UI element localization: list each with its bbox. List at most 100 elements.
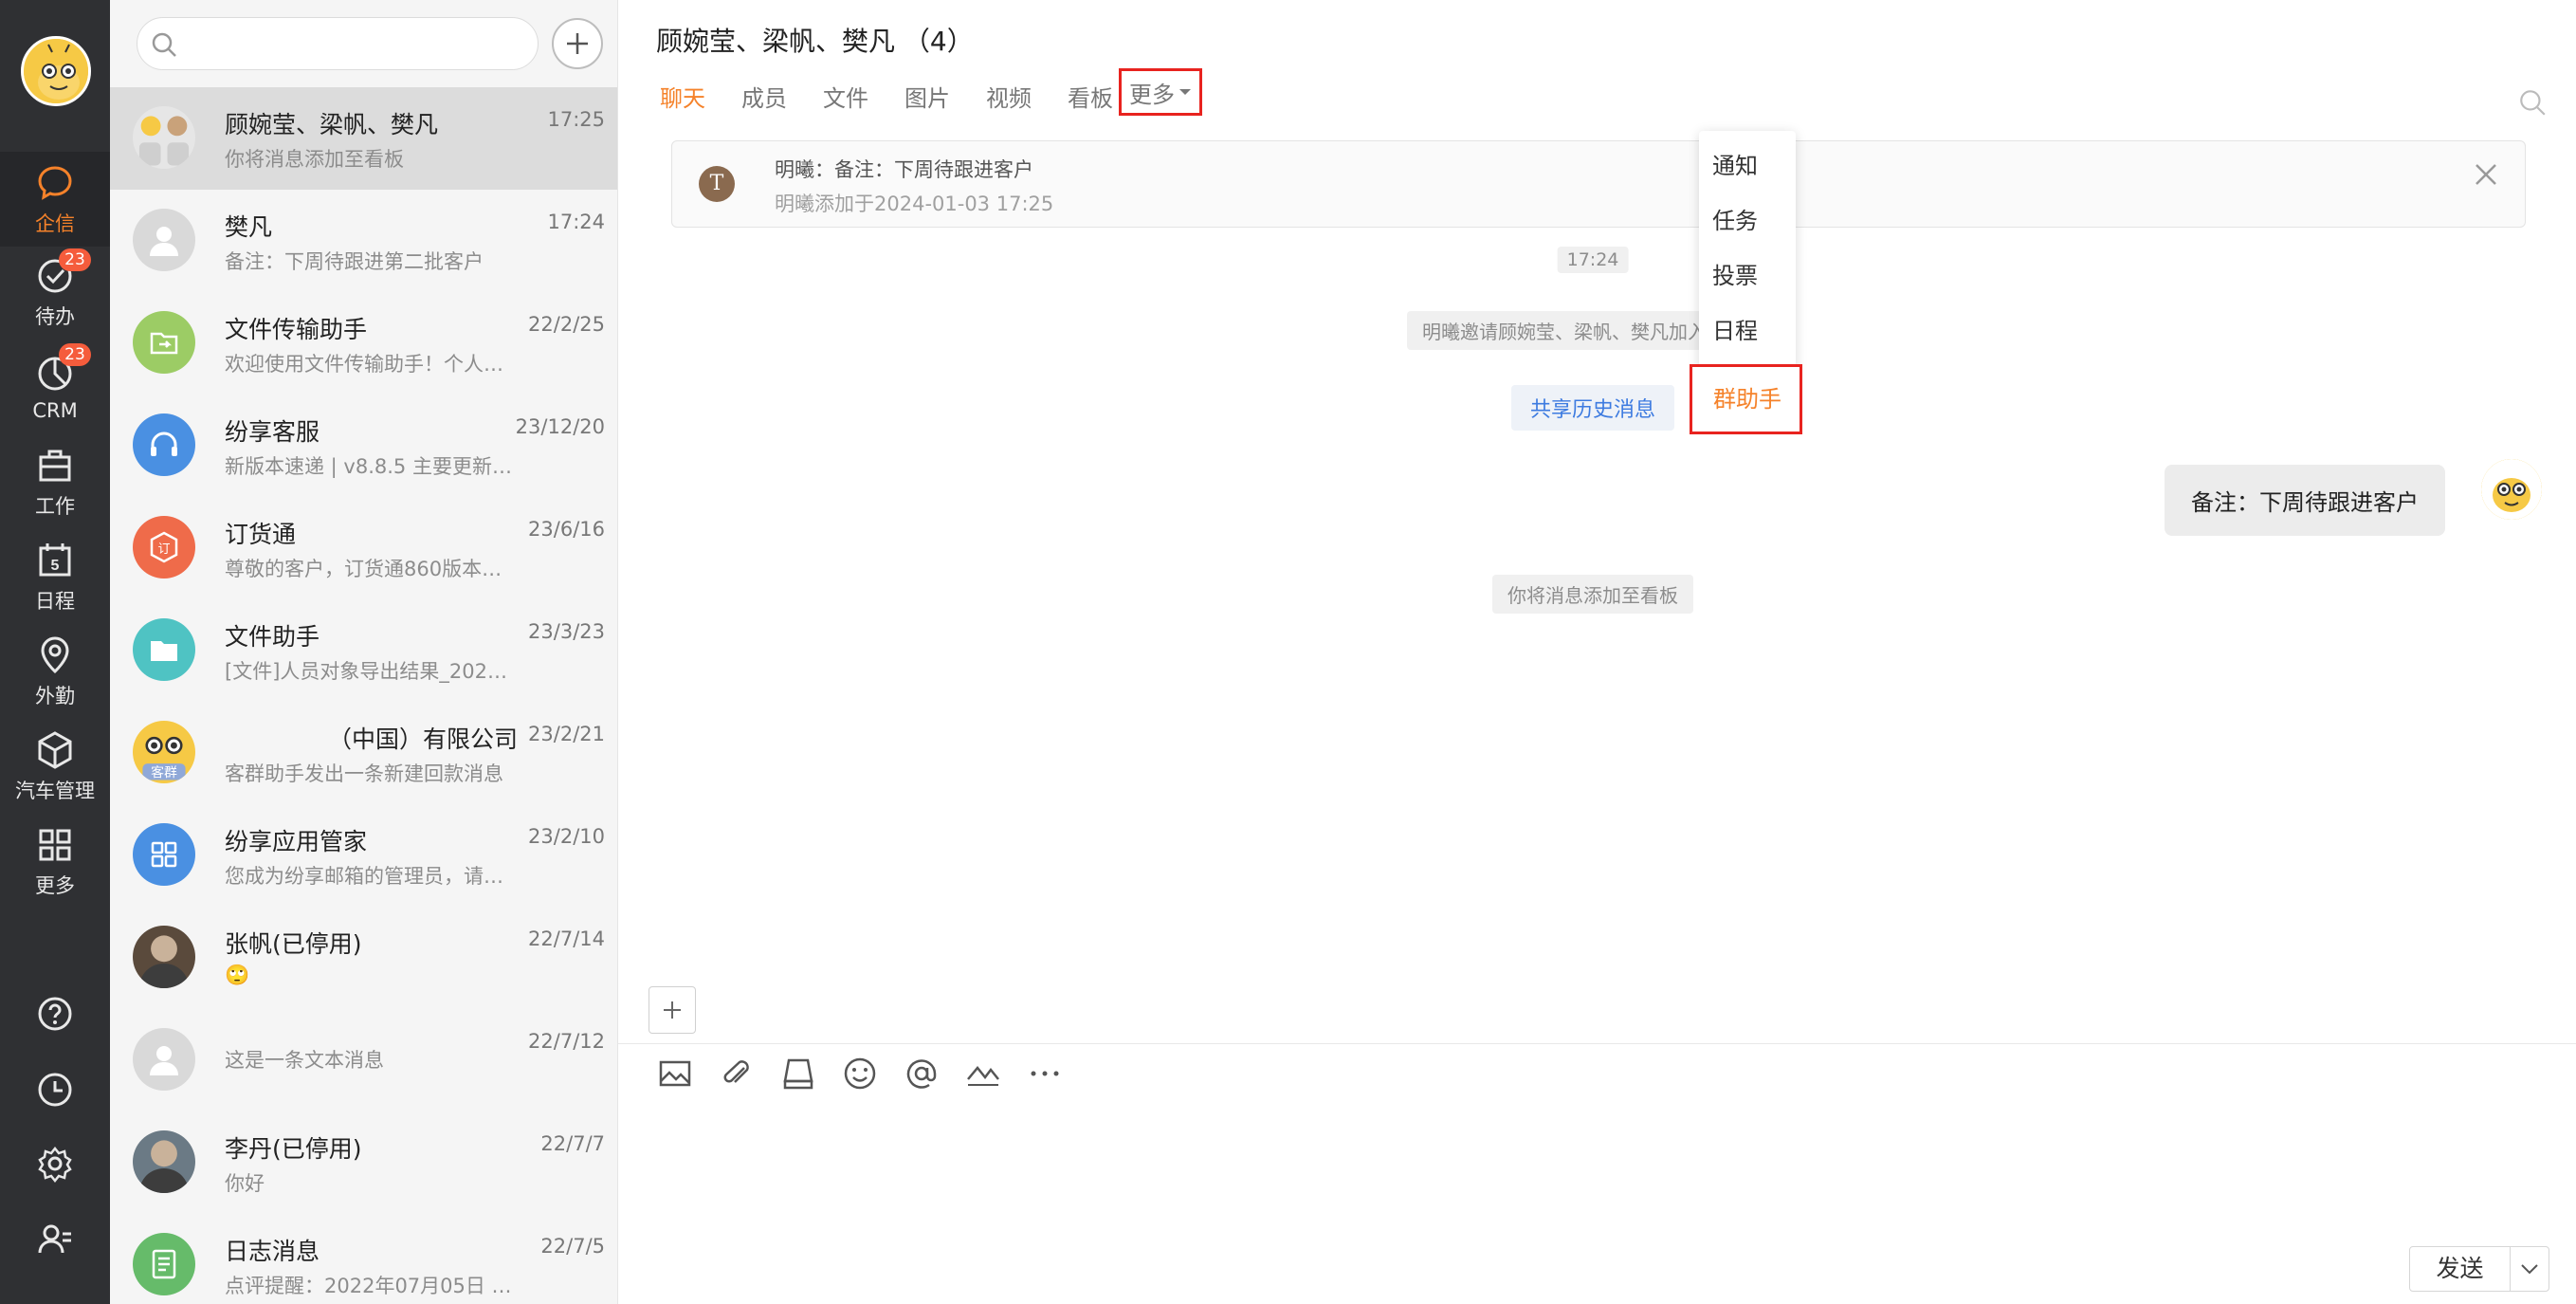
headset-icon: [133, 413, 195, 476]
nav-item-crm[interactable]: CRM 23: [0, 340, 110, 434]
tab-board[interactable]: 看板: [1068, 80, 1113, 113]
menu-item-task[interactable]: 任务: [1699, 193, 1796, 248]
conversation-name: 李丹(已停用): [225, 1135, 362, 1163]
menu-item-group-assistant[interactable]: 群助手: [1690, 364, 1802, 434]
location-pin-icon: [41, 636, 69, 674]
chat-tabs: 聊天 成员 文件 图片 视频 看板: [660, 80, 1149, 113]
nav-item-field[interactable]: 外勤: [0, 624, 110, 719]
conversation-item[interactable]: 顾婉莹、梁帆、樊凡 17:25 你将消息添加至看板: [110, 87, 617, 190]
settings-button[interactable]: [0, 1130, 110, 1197]
conversation-item[interactable]: 纷享应用管家 23/2/10 您成为纷享邮箱的管理员，请…: [110, 804, 617, 907]
search-icon: [152, 32, 176, 57]
tab-more-label: 更多: [1129, 81, 1175, 108]
chat-panel: 顾婉莹、梁帆、樊凡 （4） 聊天 成员 文件 图片 视频 看板 更多 T 明曦：…: [618, 0, 2576, 1304]
composer-add-button[interactable]: [649, 986, 696, 1034]
plus-icon: [664, 1001, 681, 1019]
help-icon: [38, 997, 72, 1031]
conversation-item[interactable]: 文件助手 23/3/23 [文件]人员对象导出结果_202…: [110, 599, 617, 702]
user-avatar[interactable]: [21, 36, 91, 106]
close-icon[interactable]: [2472, 160, 2500, 189]
tab-images[interactable]: 图片: [904, 80, 950, 113]
nav-item-calendar[interactable]: 5 日程: [0, 529, 110, 624]
search-input[interactable]: [137, 17, 539, 70]
composer-divider: [618, 1043, 2576, 1044]
my-avatar[interactable]: [2481, 459, 2542, 520]
help-button[interactable]: [0, 981, 110, 1047]
conversation-preview: 🙄: [225, 964, 250, 986]
message-bubble[interactable]: 备注：下周待跟进客户: [2165, 465, 2445, 536]
system-message: 你将消息添加至看板: [1492, 575, 1693, 614]
conversation-name: 张帆(已停用): [225, 930, 362, 958]
conversation-time: 23/2/21: [528, 723, 605, 745]
nav-item-chat[interactable]: 企信: [0, 152, 110, 247]
more-dots-icon[interactable]: [1026, 1055, 1064, 1093]
conversation-item[interactable]: 订 订货通 23/6/16 尊敬的客户，订货通860版本…: [110, 497, 617, 599]
nav-item-label: 待办: [35, 305, 75, 328]
conversation-item[interactable]: 樊凡 17:24 备注：下周待跟进第二批客户: [110, 190, 617, 292]
add-button[interactable]: [552, 18, 603, 69]
cube-icon: [38, 731, 72, 769]
search-icon[interactable]: [2517, 87, 2548, 118]
tab-videos[interactable]: 视频: [986, 80, 1032, 113]
contacts-button[interactable]: [0, 1206, 110, 1273]
conversation-preview: 点评提醒：2022年07月05日 …: [225, 1275, 512, 1297]
conversation-name: 订货通: [225, 521, 297, 548]
chat-title: 顾婉莹、梁帆、樊凡 （4）: [656, 26, 974, 57]
conversation-name: 文件助手: [225, 623, 320, 651]
drive-icon[interactable]: [779, 1055, 817, 1093]
conversation-time: 23/2/10: [528, 825, 605, 848]
conversation-item[interactable]: 张帆(已停用) 22/7/14 🙄: [110, 907, 617, 1009]
conversation-item[interactable]: 李丹(已停用) 22/7/7 你好: [110, 1111, 617, 1214]
conversation-item[interactable]: 文件传输助手 22/2/25 欢迎使用文件传输助手！个人…: [110, 292, 617, 395]
order-icon: 订: [133, 516, 195, 579]
conversation-item[interactable]: 22/7/12 这是一条文本消息: [110, 1009, 617, 1111]
plus-icon: [567, 33, 588, 54]
nav-item-todo[interactable]: 待办 23: [0, 245, 110, 340]
chevron-down-icon: [2521, 1264, 2538, 1275]
conversation-time: 23/6/16: [528, 518, 605, 541]
pinned-note[interactable]: T 明曦：备注：下周待跟进客户 明曦添加于2024-01-03 17:25: [671, 140, 2526, 228]
conversation-time: 22/7/5: [540, 1235, 605, 1258]
conversation-name: 日志消息: [225, 1238, 320, 1265]
time-divider: 17:24: [1557, 247, 1629, 273]
pin-subtext: 明曦添加于2024-01-03 17:25: [775, 193, 1054, 215]
conversation-preview: 客群助手发出一条新建回款消息: [225, 762, 503, 785]
history-button[interactable]: [0, 1056, 110, 1123]
mention-icon[interactable]: [903, 1055, 941, 1093]
nav-item-label: 汽车管理: [15, 780, 95, 802]
emoji-icon[interactable]: [841, 1055, 879, 1093]
photo-avatar: [133, 926, 195, 988]
send-options-button[interactable]: [2511, 1247, 2549, 1291]
conversation-item[interactable]: 客群 （中国）有限公司 23/2/21 客群助手发出一条新建回款消息: [110, 702, 617, 804]
share-history-link[interactable]: 共享历史消息: [1510, 385, 1675, 431]
conversation-list: 顾婉莹、梁帆、樊凡 17:25 你将消息添加至看板 樊凡 17:24 备注：下周待跟进第二…: [110, 0, 618, 1304]
attachment-icon[interactable]: [718, 1055, 756, 1093]
tab-files[interactable]: 文件: [823, 80, 868, 113]
nav-item-work[interactable]: 工作: [0, 434, 110, 529]
conversation-item[interactable]: 纷享客服 23/12/20 新版本速递 | v8.8.5 主要更新…: [110, 395, 617, 497]
image-icon[interactable]: [656, 1055, 694, 1093]
tab-more[interactable]: 更多: [1119, 68, 1202, 116]
menu-item-notice[interactable]: 通知: [1699, 138, 1796, 193]
clock-icon: [38, 1073, 72, 1107]
svg-text:客群: 客群: [151, 764, 177, 781]
conversation-preview: 您成为纷享邮箱的管理员，请…: [225, 865, 503, 888]
folder-icon: [133, 618, 195, 681]
send-button[interactable]: 发送: [2410, 1247, 2511, 1291]
tab-members[interactable]: 成员: [741, 80, 787, 113]
tab-chat[interactable]: 聊天: [660, 80, 705, 113]
contacts-icon: [38, 1224, 71, 1254]
chat-bubble-icon: [38, 166, 72, 200]
conversation-item[interactable]: 日志消息 22/7/5 点评提醒：2022年07月05日 …: [110, 1214, 617, 1304]
nav-item-more[interactable]: 更多: [0, 814, 110, 909]
nav-item-car[interactable]: 汽车管理: [0, 719, 110, 814]
menu-item-vote[interactable]: 投票: [1699, 248, 1796, 303]
menu-item-schedule[interactable]: 日程: [1699, 303, 1796, 358]
conversation-preview: 尊敬的客户，订货通860版本…: [225, 558, 502, 580]
signature-icon[interactable]: [964, 1055, 1002, 1093]
default-user-avatar: [133, 209, 195, 271]
group-avatar: [133, 106, 195, 169]
calendar-icon: 5: [39, 543, 71, 577]
message-input[interactable]: [656, 1110, 2514, 1233]
conversation-time: 17:25: [547, 108, 605, 131]
